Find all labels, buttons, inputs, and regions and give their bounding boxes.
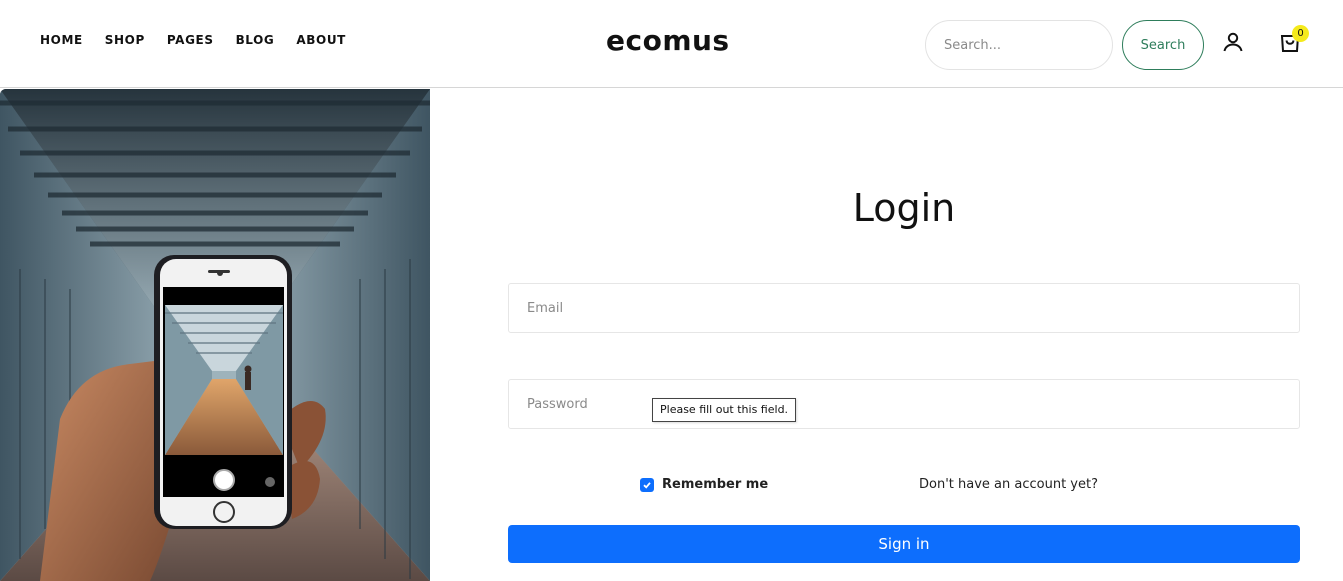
password-field[interactable] [508, 379, 1300, 429]
search-button[interactable]: Search [1122, 20, 1204, 70]
validation-tooltip: Please fill out this field. [652, 398, 797, 422]
search-input[interactable] [925, 20, 1113, 70]
hero-photo [0, 89, 430, 581]
cart-count-badge: 0 [1292, 25, 1309, 42]
nav-pages[interactable]: PAGES [167, 33, 214, 47]
user-icon[interactable] [1221, 30, 1245, 54]
check-icon[interactable] [640, 477, 654, 492]
remember-me-checkbox[interactable]: Remember me [640, 477, 768, 492]
nav-blog[interactable]: BLOG [236, 33, 275, 47]
sign-in-button[interactable]: Sign in [508, 525, 1300, 563]
main-nav: HOME SHOP PAGES BLOG ABOUT [40, 33, 368, 47]
nav-about[interactable]: ABOUT [296, 33, 346, 47]
site-header: HOME SHOP PAGES BLOG ABOUT ecomus Search… [0, 0, 1343, 88]
nav-shop[interactable]: SHOP [105, 33, 145, 47]
email-field[interactable] [508, 283, 1300, 333]
remember-me-label: Remember me [662, 477, 769, 492]
register-link[interactable]: Don't have an account yet? [919, 477, 1098, 492]
brand-logo[interactable]: ecomus [606, 26, 730, 56]
nav-home[interactable]: HOME [40, 33, 83, 47]
login-title: Login [852, 186, 956, 230]
